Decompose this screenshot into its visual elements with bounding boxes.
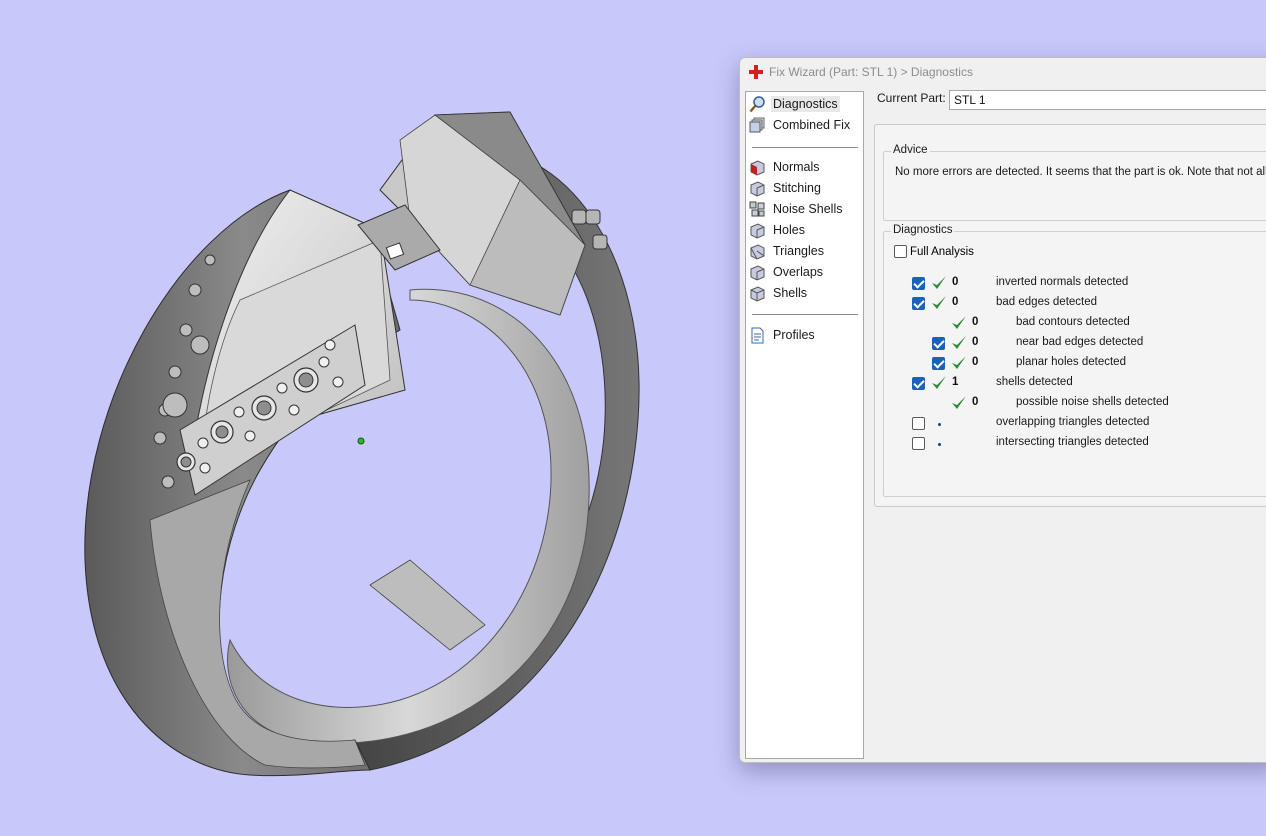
diagnostic-count: 0 — [972, 316, 979, 328]
green-check-icon — [932, 296, 946, 309]
nav-item-normals[interactable]: Normals — [749, 157, 859, 177]
diagnostic-count: 0 — [952, 276, 959, 288]
green-check-icon — [932, 376, 946, 389]
diagnostic-label: bad edges detected — [996, 296, 1098, 308]
green-check-icon — [952, 316, 966, 329]
diagnostic-label: possible noise shells detected — [1016, 396, 1169, 408]
diagnostic-label: near bad edges detected — [1016, 336, 1144, 348]
nav-item-shells[interactable]: Shells — [749, 283, 859, 303]
diagnostic-count: 0 — [972, 336, 979, 348]
advice-text: No more errors are detected. It seems th… — [895, 166, 1266, 178]
pending-dot-icon — [938, 423, 941, 426]
noise-shells-icon — [749, 201, 765, 216]
nav-separator — [752, 147, 858, 148]
diagnostic-label: shells detected — [996, 376, 1073, 388]
diagnostics-title: Diagnostics — [891, 224, 955, 236]
full-analysis-checkbox[interactable] — [894, 245, 907, 258]
diagnostic-checkbox[interactable] — [912, 437, 925, 450]
layers-icon — [749, 117, 765, 132]
advice-title: Advice — [891, 144, 930, 156]
full-analysis-label: Full Analysis — [910, 245, 974, 258]
advice-group: Advice No more errors are detected. It s… — [883, 144, 1266, 221]
document-icon — [751, 327, 764, 343]
diagnostic-label: bad contours detected — [1016, 316, 1130, 328]
stitching-cube-icon — [750, 180, 765, 197]
diagnostic-count: 0 — [952, 296, 959, 308]
diagnostic-count: 0 — [972, 356, 979, 368]
diagnostic-checkbox[interactable] — [912, 377, 925, 390]
magnifier-icon — [749, 95, 765, 112]
green-check-icon — [952, 356, 966, 369]
diagnostic-label: overlapping triangles detected — [996, 416, 1150, 428]
holes-cube-icon — [750, 222, 765, 239]
diagnostics-page: Advice No more errors are detected. It s… — [874, 124, 1266, 507]
shells-cube-icon — [750, 285, 765, 302]
nav-item-profiles[interactable]: Profiles — [749, 325, 859, 345]
diagnostic-checkbox[interactable] — [932, 337, 945, 350]
red-cross-icon — [749, 65, 763, 79]
diagnostic-label: intersecting triangles detected — [996, 436, 1149, 448]
ring-model — [84, 111, 640, 777]
nav-separator — [752, 314, 858, 315]
green-check-icon — [932, 276, 946, 289]
full-analysis-row[interactable]: Full Analysis — [894, 245, 974, 258]
nav-item-triangles[interactable]: Triangles — [749, 241, 859, 261]
title-bar[interactable]: Fix Wizard (Part: STL 1) > Diagnostics — [740, 58, 1266, 86]
diagnostic-checkbox[interactable] — [912, 297, 925, 310]
diagnostic-label: planar holes detected — [1016, 356, 1126, 368]
diagnostic-count: 1 — [952, 376, 959, 388]
fix-wizard-dialog: Fix Wizard (Part: STL 1) > Diagnostics D… — [739, 57, 1266, 763]
overlaps-cube-icon — [750, 264, 765, 281]
diagnostic-checkbox[interactable] — [912, 417, 925, 430]
nav-item-holes[interactable]: Holes — [749, 220, 859, 240]
3d-viewport[interactable] — [0, 0, 740, 836]
nav-item-overlaps[interactable]: Overlaps — [749, 262, 859, 282]
nav-item-noise-shells[interactable]: Noise Shells — [749, 199, 859, 219]
nav-item-diagnostics[interactable]: Diagnostics — [749, 94, 859, 114]
current-part-label: Current Part: — [877, 91, 946, 105]
window-title: Fix Wizard (Part: STL 1) > Diagnostics — [769, 65, 973, 79]
diagnostic-count: 0 — [972, 396, 979, 408]
diagnostic-label: inverted normals detected — [996, 276, 1129, 288]
pending-dot-icon — [938, 443, 941, 446]
green-check-icon — [952, 396, 966, 409]
triangles-cube-icon — [750, 243, 765, 260]
diagnostics-group: Diagnostics Full Analysis 0 inverted norm… — [883, 224, 1266, 497]
nav-item-stitching[interactable]: Stitching — [749, 178, 859, 198]
nav-item-combined-fix[interactable]: Combined Fix — [749, 115, 859, 135]
current-part-field[interactable]: STL 1 — [949, 90, 1266, 110]
diagnostic-checkbox[interactable] — [932, 357, 945, 370]
diagnostic-checkbox[interactable] — [912, 277, 925, 290]
normals-cube-icon — [750, 159, 765, 176]
green-check-icon — [952, 336, 966, 349]
wizard-navigation: Diagnostics Combined Fix Normals Stitchi — [745, 91, 864, 759]
